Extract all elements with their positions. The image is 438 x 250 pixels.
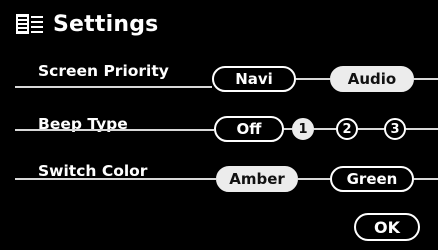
- beep-2-button[interactable]: 2: [336, 118, 358, 140]
- amber-button[interactable]: Amber: [216, 166, 298, 192]
- green-button[interactable]: Green: [330, 166, 414, 192]
- connector-line: [284, 128, 292, 130]
- header: Settings: [15, 8, 158, 40]
- settings-list-icon: [15, 12, 45, 36]
- beep-1-button[interactable]: 1: [292, 118, 314, 140]
- connector-line: [298, 178, 330, 180]
- beep-off-button[interactable]: Off: [214, 116, 284, 142]
- screen-priority-label: Screen Priority: [38, 62, 169, 80]
- row-divider: [15, 129, 214, 131]
- audio-button[interactable]: Audio: [330, 66, 414, 92]
- row-divider: [15, 178, 216, 180]
- page-title: Settings: [53, 11, 159, 37]
- beep-3-button[interactable]: 3: [384, 118, 406, 140]
- navi-button[interactable]: Navi: [212, 66, 296, 92]
- connector-line: [314, 128, 336, 130]
- ok-button[interactable]: OK: [354, 213, 420, 241]
- connector-line: [296, 78, 330, 80]
- row-divider: [15, 86, 212, 88]
- connector-line: [414, 178, 438, 180]
- connector-line: [414, 78, 438, 80]
- connector-line: [358, 128, 384, 130]
- connector-line: [406, 128, 438, 130]
